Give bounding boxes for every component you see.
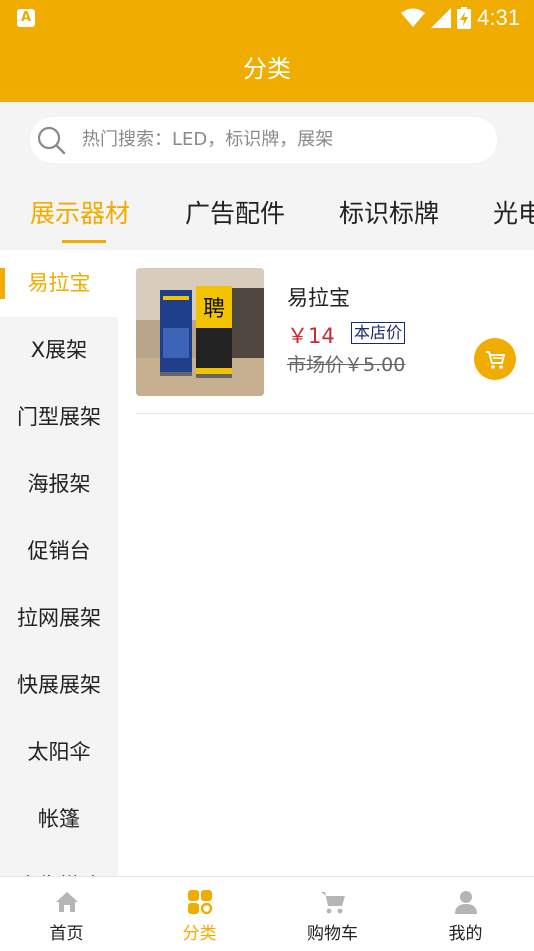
cart-icon xyxy=(321,892,345,914)
app-notification-icon: A xyxy=(17,9,35,27)
nav-cart-label: 购物车 xyxy=(307,924,358,944)
status-bar: A 4:31 xyxy=(0,0,534,36)
add-to-cart-button[interactable] xyxy=(474,338,516,380)
status-icons: 4:31 xyxy=(401,4,520,32)
sidebar-item-tent[interactable]: 帐篷 xyxy=(0,786,118,853)
home-icon xyxy=(56,892,78,912)
nav-profile-label: 我的 xyxy=(448,924,483,944)
nav-category[interactable]: 分类 xyxy=(133,877,266,951)
user-icon xyxy=(455,891,477,914)
product-photo: 聘 xyxy=(136,268,264,396)
search-icon xyxy=(37,126,66,155)
sidebar-item-roll-up[interactable]: 易拉宝 xyxy=(0,250,118,317)
sidebar-item-poster-stand[interactable]: 海报架 xyxy=(0,451,118,518)
clock: 4:31 xyxy=(477,5,520,30)
search-area: 热门搜索：LED，标识牌，展架 xyxy=(0,102,534,180)
sidebar-item-ad-build[interactable]: 广告搭建 xyxy=(0,853,118,876)
product-card[interactable]: 聘 易拉宝 ￥14 本店价 市场价￥5.00 xyxy=(136,268,534,414)
tab-ad-accessories[interactable]: 广告配件 xyxy=(185,180,285,250)
product-list: 聘 易拉宝 ￥14 本店价 市场价￥5.00 xyxy=(118,250,534,876)
product-image-text: 聘 xyxy=(203,297,225,322)
battery-icon xyxy=(457,7,472,29)
cart-icon xyxy=(486,351,505,369)
sidebar-item-popup-stand[interactable]: 拉网展架 xyxy=(0,585,118,652)
tab-signage[interactable]: 标识标牌 xyxy=(339,180,439,250)
wifi-icon xyxy=(401,8,426,27)
product-name[interactable]: 易拉宝 xyxy=(287,282,350,312)
nav-home[interactable]: 首页 xyxy=(0,877,133,951)
search-input[interactable]: 热门搜索：LED，标识牌，展架 xyxy=(30,117,497,163)
sidebar-item-door-stand[interactable]: 门型展架 xyxy=(0,384,118,451)
subcategory-sidebar: 易拉宝 X展架 门型展架 海报架 促销台 拉网展架 快展展架 太阳伞 帐篷 广告… xyxy=(0,250,118,876)
price-tag-badge: 本店价 xyxy=(351,322,406,344)
sidebar-item-x-stand[interactable]: X展架 xyxy=(0,317,118,384)
market-price: 市场价￥5.00 xyxy=(287,354,406,376)
signal-icon xyxy=(431,8,452,28)
sidebar-item-quick-stand[interactable]: 快展展架 xyxy=(0,652,118,719)
page-title: 分类 xyxy=(0,36,534,102)
product-price: ￥14 xyxy=(287,324,335,348)
nav-profile[interactable]: 我的 xyxy=(399,877,532,951)
bottom-navigation: 首页 分类 购物车 我的 xyxy=(0,876,534,950)
category-icon xyxy=(188,890,213,915)
search-placeholder: 热门搜索：LED，标识牌，展架 xyxy=(82,129,334,150)
active-tab-indicator xyxy=(62,240,106,243)
sidebar-item-umbrella[interactable]: 太阳伞 xyxy=(0,719,118,786)
nav-cart[interactable]: 购物车 xyxy=(266,877,399,951)
tab-optoelectronics[interactable]: 光电 xyxy=(493,180,534,250)
nav-home-label: 首页 xyxy=(49,924,84,944)
sidebar-item-promo-table[interactable]: 促销台 xyxy=(0,518,118,585)
nav-category-label: 分类 xyxy=(182,924,217,944)
product-image[interactable]: 聘 xyxy=(136,268,264,396)
category-tabs: 展示器材 广告配件 标识标牌 光电 xyxy=(0,180,534,250)
